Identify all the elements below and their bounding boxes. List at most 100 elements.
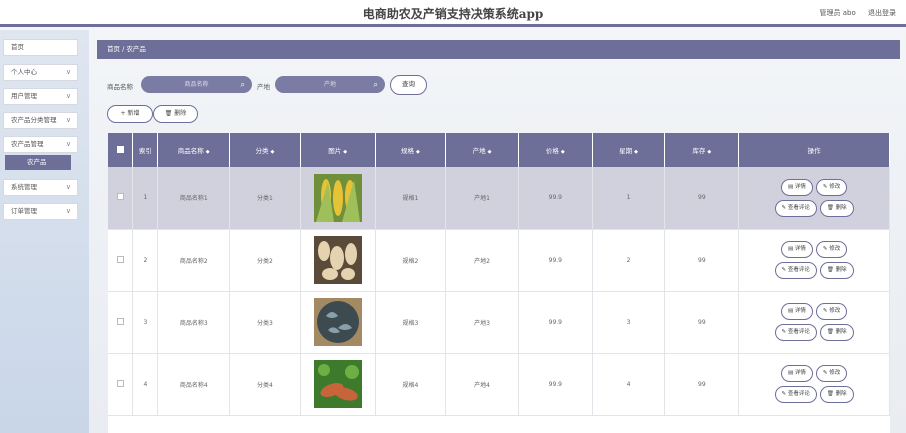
sidebar-item-users[interactable]: 用户管理 ∨	[3, 88, 78, 105]
edit-button[interactable]: ✎ 修改	[815, 365, 848, 382]
sort-icon: ◆	[634, 149, 639, 155]
sidebar-item-label: 首页	[11, 43, 24, 51]
header-name[interactable]: 商品名称 ◆	[157, 133, 231, 167]
sidebar-item-label: 用户管理	[11, 92, 37, 100]
row-select-cell	[108, 229, 134, 292]
edit-button[interactable]: ✎ 修改	[815, 178, 848, 196]
sort-icon: ◆	[270, 149, 275, 155]
cell-spec: 规格2	[375, 229, 447, 292]
cell-image	[300, 353, 376, 416]
select-all-checkbox[interactable]	[116, 145, 124, 153]
sidebar-item-home[interactable]: 首页	[3, 39, 78, 56]
query-button[interactable]: 查询	[390, 75, 427, 95]
detail-button[interactable]: ▤ 详情	[780, 365, 813, 382]
detail-button[interactable]: ▤ 详情	[780, 178, 813, 196]
header-price[interactable]: 价格 ◆	[518, 133, 593, 167]
cell-index: 3	[132, 291, 159, 354]
row-checkbox[interactable]	[116, 379, 124, 387]
header-week[interactable]: 星期 ◆	[592, 133, 666, 167]
search-icon: ⌕	[240, 80, 245, 89]
header-week-label: 星期	[619, 147, 633, 155]
cell-spec: 规格4	[375, 353, 447, 416]
row-delete-button-label: 删除	[835, 391, 847, 397]
row-delete-button[interactable]: 🗑 删除	[819, 386, 854, 403]
cell-week: 2	[592, 229, 666, 292]
table-row[interactable]: 2 商品名称2 分类2 规格2 产地2 99.9 2 99 ▤ 详情 ✎ 修改 …	[108, 229, 890, 292]
add-button[interactable]: + 新增	[107, 105, 153, 123]
edit-button[interactable]: ✎ 修改	[815, 303, 848, 320]
cell-name: 商品名称1	[157, 167, 231, 230]
view-reviews-button[interactable]: ✎ 查看评论	[774, 199, 817, 217]
cell-week: 3	[592, 291, 666, 354]
pencil-icon: ✎	[781, 204, 787, 211]
cell-stock: 99	[664, 167, 740, 230]
row-checkbox[interactable]	[116, 317, 124, 325]
row-delete-button-label: 删除	[835, 329, 847, 335]
header-image[interactable]: 图片 ◆	[300, 133, 376, 167]
detail-button-label: 详情	[794, 308, 806, 314]
product-image	[313, 173, 362, 222]
cell-index: 2	[132, 229, 159, 292]
row-delete-button[interactable]: 🗑 删除	[819, 199, 854, 217]
header-stock[interactable]: 库存 ◆	[664, 133, 740, 167]
row-delete-button[interactable]: 🗑 删除	[819, 324, 854, 341]
cell-category: 分类2	[229, 229, 301, 292]
row-delete-button-label: 删除	[835, 267, 847, 273]
row-delete-button[interactable]: 🗑 删除	[819, 262, 854, 279]
detail-button[interactable]: ▤ 详情	[780, 303, 813, 320]
cell-stock: 99	[664, 353, 740, 416]
product-image	[313, 236, 362, 284]
chevron-down-icon: ∨	[65, 183, 71, 191]
delete-button[interactable]: 🗑 删除	[153, 105, 198, 123]
view-reviews-button[interactable]: ✎ 查看评论	[774, 324, 817, 341]
header-stock-label: 库存	[692, 147, 706, 155]
pencil-icon: ✎	[781, 391, 787, 397]
header-origin[interactable]: 产地 ◆	[445, 133, 519, 167]
header-index[interactable]: 索引	[132, 133, 159, 167]
sort-icon: ◆	[487, 149, 492, 155]
pencil-icon: ✎	[781, 267, 787, 273]
detail-button-label: 详情	[794, 183, 806, 190]
cell-category: 分类3	[229, 291, 301, 354]
sidebar-item-label: 个人中心	[11, 68, 37, 76]
header-origin-label: 产地	[472, 147, 486, 155]
sidebar-subitem-products[interactable]: 农产品	[5, 155, 71, 170]
row-checkbox[interactable]	[116, 193, 124, 201]
header-category[interactable]: 分类 ◆	[229, 133, 301, 167]
origin-placeholder: 产地	[323, 81, 336, 88]
table-row[interactable]: 1 商品名称1 分类1 规格1 产地1 99.9 1 99 ▤ 详情 ✎ 修改 …	[108, 167, 890, 230]
row-select-cell	[108, 167, 134, 230]
view-reviews-button[interactable]: ✎ 查看评论	[774, 386, 817, 403]
sidebar-item-label: 农产品管理	[11, 140, 44, 148]
header-spec[interactable]: 规格 ◆	[375, 133, 447, 167]
sidebar-item-orders[interactable]: 订单管理 ∨	[3, 203, 78, 220]
sidebar-item-label: 农产品分类管理	[11, 116, 57, 124]
header-category-label: 分类	[255, 147, 269, 155]
sidebar-item-product-management[interactable]: 农产品管理 ∨	[3, 136, 78, 153]
logout-link[interactable]: 退出登录	[868, 9, 896, 17]
trash-icon: 🗑	[826, 391, 834, 397]
trash-icon: 🗑	[826, 329, 834, 335]
sidebar-item-profile[interactable]: 个人中心 ∨	[3, 64, 78, 81]
edit-button[interactable]: ✎ 修改	[815, 241, 848, 258]
breadcrumb: 首页 / 农产品	[97, 40, 900, 59]
view-reviews-button[interactable]: ✎ 查看评论	[774, 262, 817, 279]
row-select-cell	[108, 291, 134, 354]
cell-name: 商品名称4	[157, 353, 231, 416]
trash-icon: 🗑	[826, 204, 834, 211]
cell-name: 商品名称3	[157, 291, 231, 354]
product-name-input[interactable]: 商品名称 ⌕	[141, 76, 252, 93]
cell-actions: ▤ 详情 ✎ 修改 ✎ 查看评论 🗑 删除	[738, 229, 890, 292]
sidebar-item-system[interactable]: 系统管理 ∨	[3, 179, 78, 196]
detail-button[interactable]: ▤ 详情	[780, 241, 813, 258]
origin-input[interactable]: 产地 ⌕	[275, 76, 385, 93]
row-checkbox[interactable]	[116, 255, 124, 263]
table-row[interactable]: 4 商品名称4 分类4 规格4 产地4 99.9 4 99 ▤ 详情 ✎ 修改 …	[108, 353, 890, 416]
doc-icon: ▤	[787, 370, 794, 376]
table-row[interactable]: 3 商品名称3 分类3 规格3 产地3 99.9 3 99 ▤ 详情 ✎ 修改 …	[108, 291, 890, 354]
sidebar-item-product-category[interactable]: 农产品分类管理 ∨	[3, 112, 78, 129]
user-area: 管理员 abo 退出登录	[810, 8, 896, 18]
view-reviews-button-label: 查看评论	[787, 329, 810, 335]
sort-icon: ◆	[560, 149, 565, 155]
doc-icon: ▤	[787, 308, 794, 314]
